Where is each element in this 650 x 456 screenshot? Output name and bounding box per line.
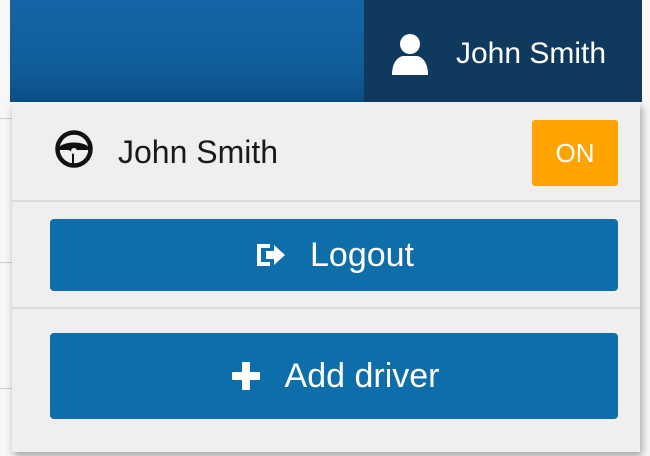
plus-icon: [231, 362, 260, 390]
logout-label: Logout: [310, 235, 414, 274]
user-icon: [392, 34, 428, 75]
menu-divider: [12, 307, 640, 309]
logout-button[interactable]: Logout: [50, 219, 618, 291]
user-dropdown-menu: John Smith ON Logout Add driver: [12, 102, 640, 452]
menu-divider: [12, 200, 640, 202]
logout-icon: [257, 244, 285, 266]
driver-status-badge[interactable]: ON: [532, 120, 618, 186]
header-user-name: John Smith: [456, 37, 607, 70]
driver-row: John Smith ON: [12, 102, 640, 200]
steering-wheel-icon: [55, 130, 93, 168]
add-driver-button[interactable]: Add driver: [50, 333, 618, 419]
add-driver-label: Add driver: [284, 356, 440, 395]
driver-name: John Smith: [118, 134, 279, 170]
